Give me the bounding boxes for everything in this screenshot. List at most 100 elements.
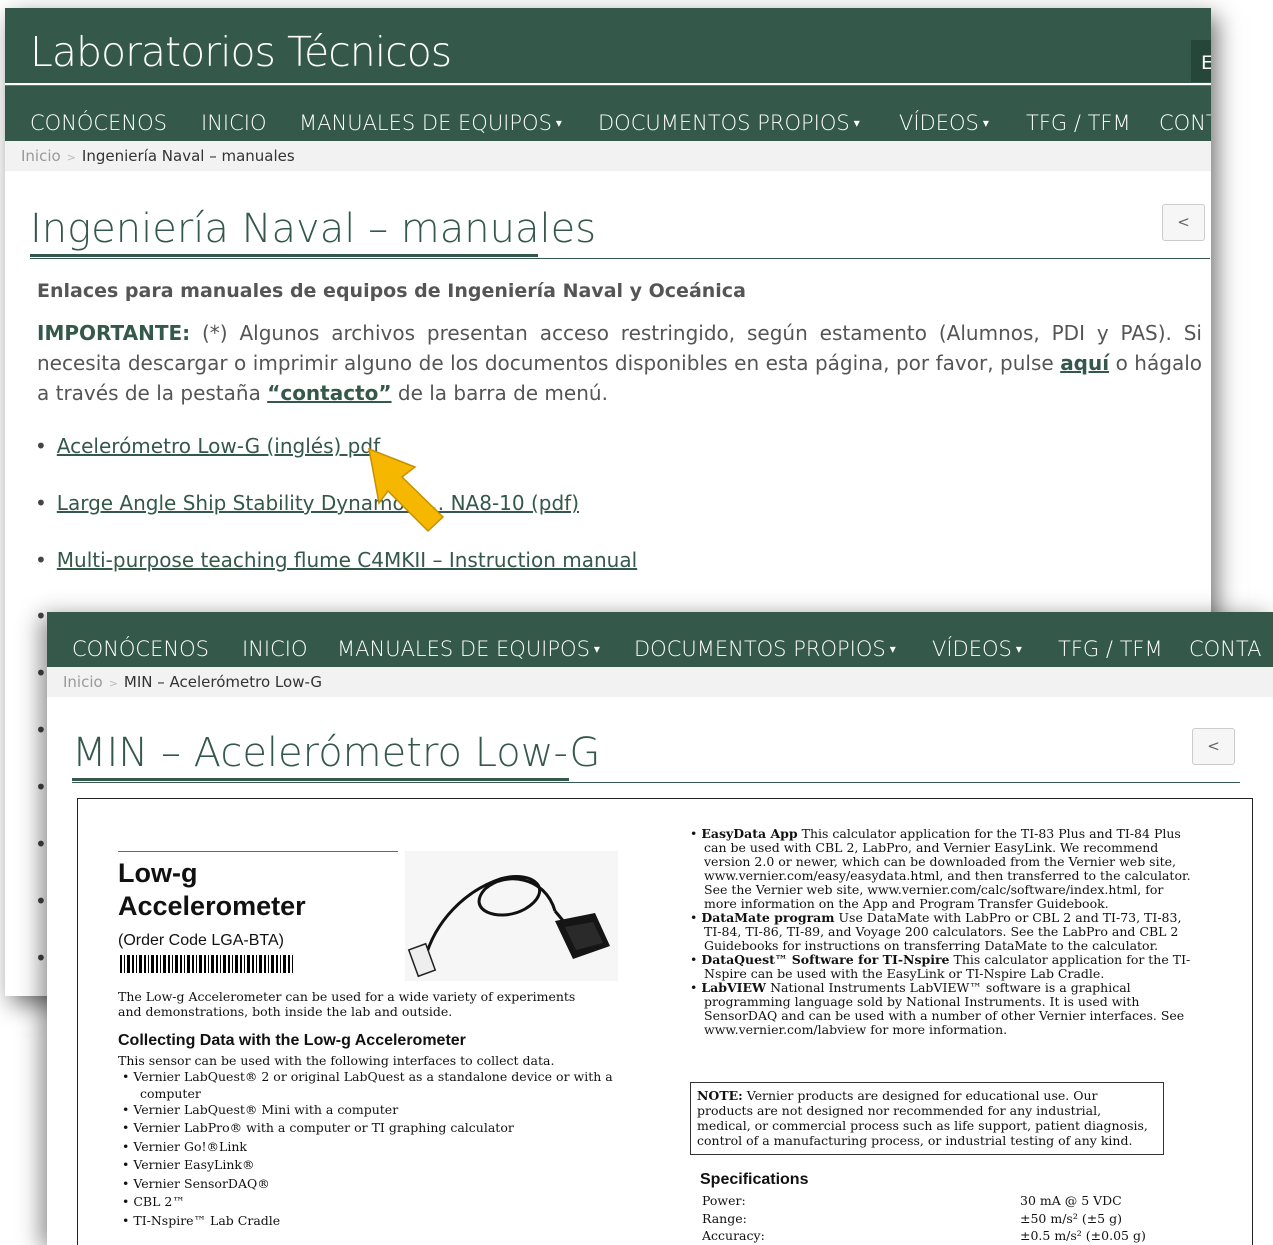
pdf-title-line2: Accelerometer [118,891,306,921]
share-button[interactable]: < [1162,204,1205,241]
breadcrumb-home[interactable]: Inicio [63,673,103,691]
pdf-collect-text: This sensor can be used with the followi… [118,1053,555,1068]
interface-text: Vernier LabQuest® Mini with a computer [133,1101,399,1117]
main-nav: CONÓCENOS INICIO MANUALES DE EQUIPOS ▾ DO… [47,612,1273,667]
list-item: CBL 2™ [122,1193,622,1212]
bullet: • [35,832,47,856]
chevron-down-icon: ▾ [853,116,860,130]
bullet: • [35,946,47,970]
nav-tfg-tfm[interactable]: TFG / TFM [1026,111,1131,135]
language-button[interactable]: E [1191,40,1211,82]
list-item: Vernier Go!®Link [122,1138,622,1157]
table-row: Range: ±50 m/s² (±5 g) [702,1211,1122,1226]
pdf-software-list: EasyData App This calculator application… [690,827,1195,1037]
pdf-divider [118,851,398,852]
spec-label: Power: [702,1193,746,1208]
spec-value: 30 mA @ 5 VDC [1020,1193,1122,1208]
pdf-collect-heading: Collecting Data with the Low-g Accelerom… [118,1032,466,1049]
note-label: NOTE: [697,1088,743,1103]
nav-manuales-label: MANUALES DE EQUIPOS [337,637,590,661]
page-title: MIN – Acelerómetro Low-G [72,730,601,776]
nav-documentos[interactable]: DOCUMENTOS PROPIOS ▾ [634,637,896,661]
interface-text: Vernier LabQuest® 2 or original LabQuest… [133,1069,613,1084]
item-bold: LabVIEW [701,980,767,995]
nav-videos-label: VÍDEOS [932,637,1012,661]
site-title[interactable]: Laboratorios Técnicos [30,28,452,76]
nav-inicio[interactable]: INICIO [242,637,307,661]
nav-documentos-label: DOCUMENTOS PROPIOS [634,637,886,661]
important-text-1: (*) Algunos archivos presentan acceso re… [37,321,1202,375]
list-item: DataMate program Use DataMate with LabPr… [690,911,1195,953]
interface-text: Vernier Go!®Link [133,1138,247,1154]
pdf-viewer[interactable]: Low-g Accelerometer (Order Code LGA-BTA) … [77,798,1253,1245]
title-rule [72,782,1240,783]
pdf-title-line1: Low-g [118,858,198,888]
important-notice: IMPORTANTE: (*) Algunos archivos present… [37,318,1202,408]
bullet: • [35,604,47,628]
important-label: IMPORTANTE: [37,321,191,345]
breadcrumb-separator: > [108,677,118,690]
chevron-down-icon: ▾ [982,116,989,130]
link-aqui[interactable]: aquí [1060,351,1109,375]
bullet: • [35,718,47,742]
nav-manuales[interactable]: MANUALES DE EQUIPOS ▾ [337,637,600,661]
spec-value: ±50 m/s² (±5 g) [1020,1211,1122,1226]
bullet: • [35,661,47,685]
breadcrumb-current: Ingeniería Naval – manuales [81,147,295,165]
barcode-image [120,955,295,973]
bullet: • [35,434,47,458]
list-item: • Acelerómetro Low-G (inglés) pdf [35,434,380,458]
nav-videos-label: VÍDEOS [899,111,979,135]
title-underline [72,778,569,781]
screenshot-acelerometro-page: CONÓCENOS INICIO MANUALES DE EQUIPOS ▾ DO… [47,612,1273,1245]
breadcrumb-separator: > [66,151,76,164]
nav-inicio[interactable]: INICIO [201,111,266,135]
table-row: Power: 30 mA @ 5 VDC [702,1193,1122,1208]
list-item: • Multi-purpose teaching flume C4MKII – I… [35,548,637,572]
nav-videos[interactable]: VÍDEOS ▾ [899,111,989,135]
page-title: Ingeniería Naval – manuales [30,206,597,252]
share-icon: < [1207,737,1220,755]
interface-text: Vernier EasyLink® [133,1157,255,1172]
nav-contacto[interactable]: CONT [1159,111,1211,135]
bullet: • [35,491,47,515]
breadcrumb-current: MIN – Acelerómetro Low-G [123,673,323,691]
nav-documentos-label: DOCUMENTOS PROPIOS [598,111,850,135]
title-underline [30,254,538,257]
nav-conocenos[interactable]: CONÓCENOS [30,111,167,135]
table-row: Accuracy: ±0.5 m/s² (±0.05 g) [702,1228,1146,1243]
share-button[interactable]: < [1192,728,1235,765]
list-item: Vernier LabQuest® 2 or original LabQuest… [122,1068,622,1101]
nav-documentos[interactable]: DOCUMENTOS PROPIOS ▾ [598,111,860,135]
spec-label: Accuracy: [702,1228,765,1243]
main-nav: CONÓCENOS INICIO MANUALES DE EQUIPOS ▾ DO… [5,85,1211,141]
link-contacto[interactable]: “contacto” [267,381,391,405]
nav-tfg-tfm[interactable]: TFG / TFM [1058,637,1163,661]
pdf-title: Low-g Accelerometer [118,857,306,923]
nav-videos[interactable]: VÍDEOS ▾ [932,637,1022,661]
breadcrumb: Inicio > Ingeniería Naval – manuales [5,141,1211,171]
nav-contacto[interactable]: CONTA [1189,637,1261,661]
link-ship-stability[interactable]: Large Angle Ship Stability Dynamom… NA8-… [57,491,579,515]
list-item: Vernier LabPro® with a computer or TI gr… [122,1119,622,1138]
chevron-down-icon: ▾ [593,642,600,656]
important-text-3: de la barra de menú. [391,381,608,405]
bullet: • [35,548,47,572]
nav-manuales-label: MANUALES DE EQUIPOS [299,111,552,135]
item-text: National Instruments LabVIEW™ software i… [704,980,1185,1037]
bullet: • [35,775,47,799]
link-acelerometro[interactable]: Acelerómetro Low-G (inglés) pdf [57,434,380,458]
list-item: Vernier LabQuest® Mini with a computer [122,1101,622,1120]
breadcrumb-home[interactable]: Inicio [21,147,61,165]
item-bold: DataQuest™ Software for TI-Nspire [701,952,950,967]
interface-text: CBL 2™ [133,1194,185,1209]
spec-value: ±0.5 m/s² (±0.05 g) [1020,1228,1146,1243]
nav-conocenos[interactable]: CONÓCENOS [72,637,209,661]
nav-manuales[interactable]: MANUALES DE EQUIPOS ▾ [299,111,562,135]
bullet: • [35,889,47,913]
pdf-interface-list: Vernier LabQuest® 2 or original LabQuest… [122,1068,622,1230]
site-header: Laboratorios Técnicos E [5,8,1211,83]
pdf-order-code: (Order Code LGA-BTA) [118,932,284,949]
breadcrumb: Inicio > MIN – Acelerómetro Low-G [47,667,1273,697]
link-teaching-flume[interactable]: Multi-purpose teaching flume C4MKII – In… [57,548,637,572]
